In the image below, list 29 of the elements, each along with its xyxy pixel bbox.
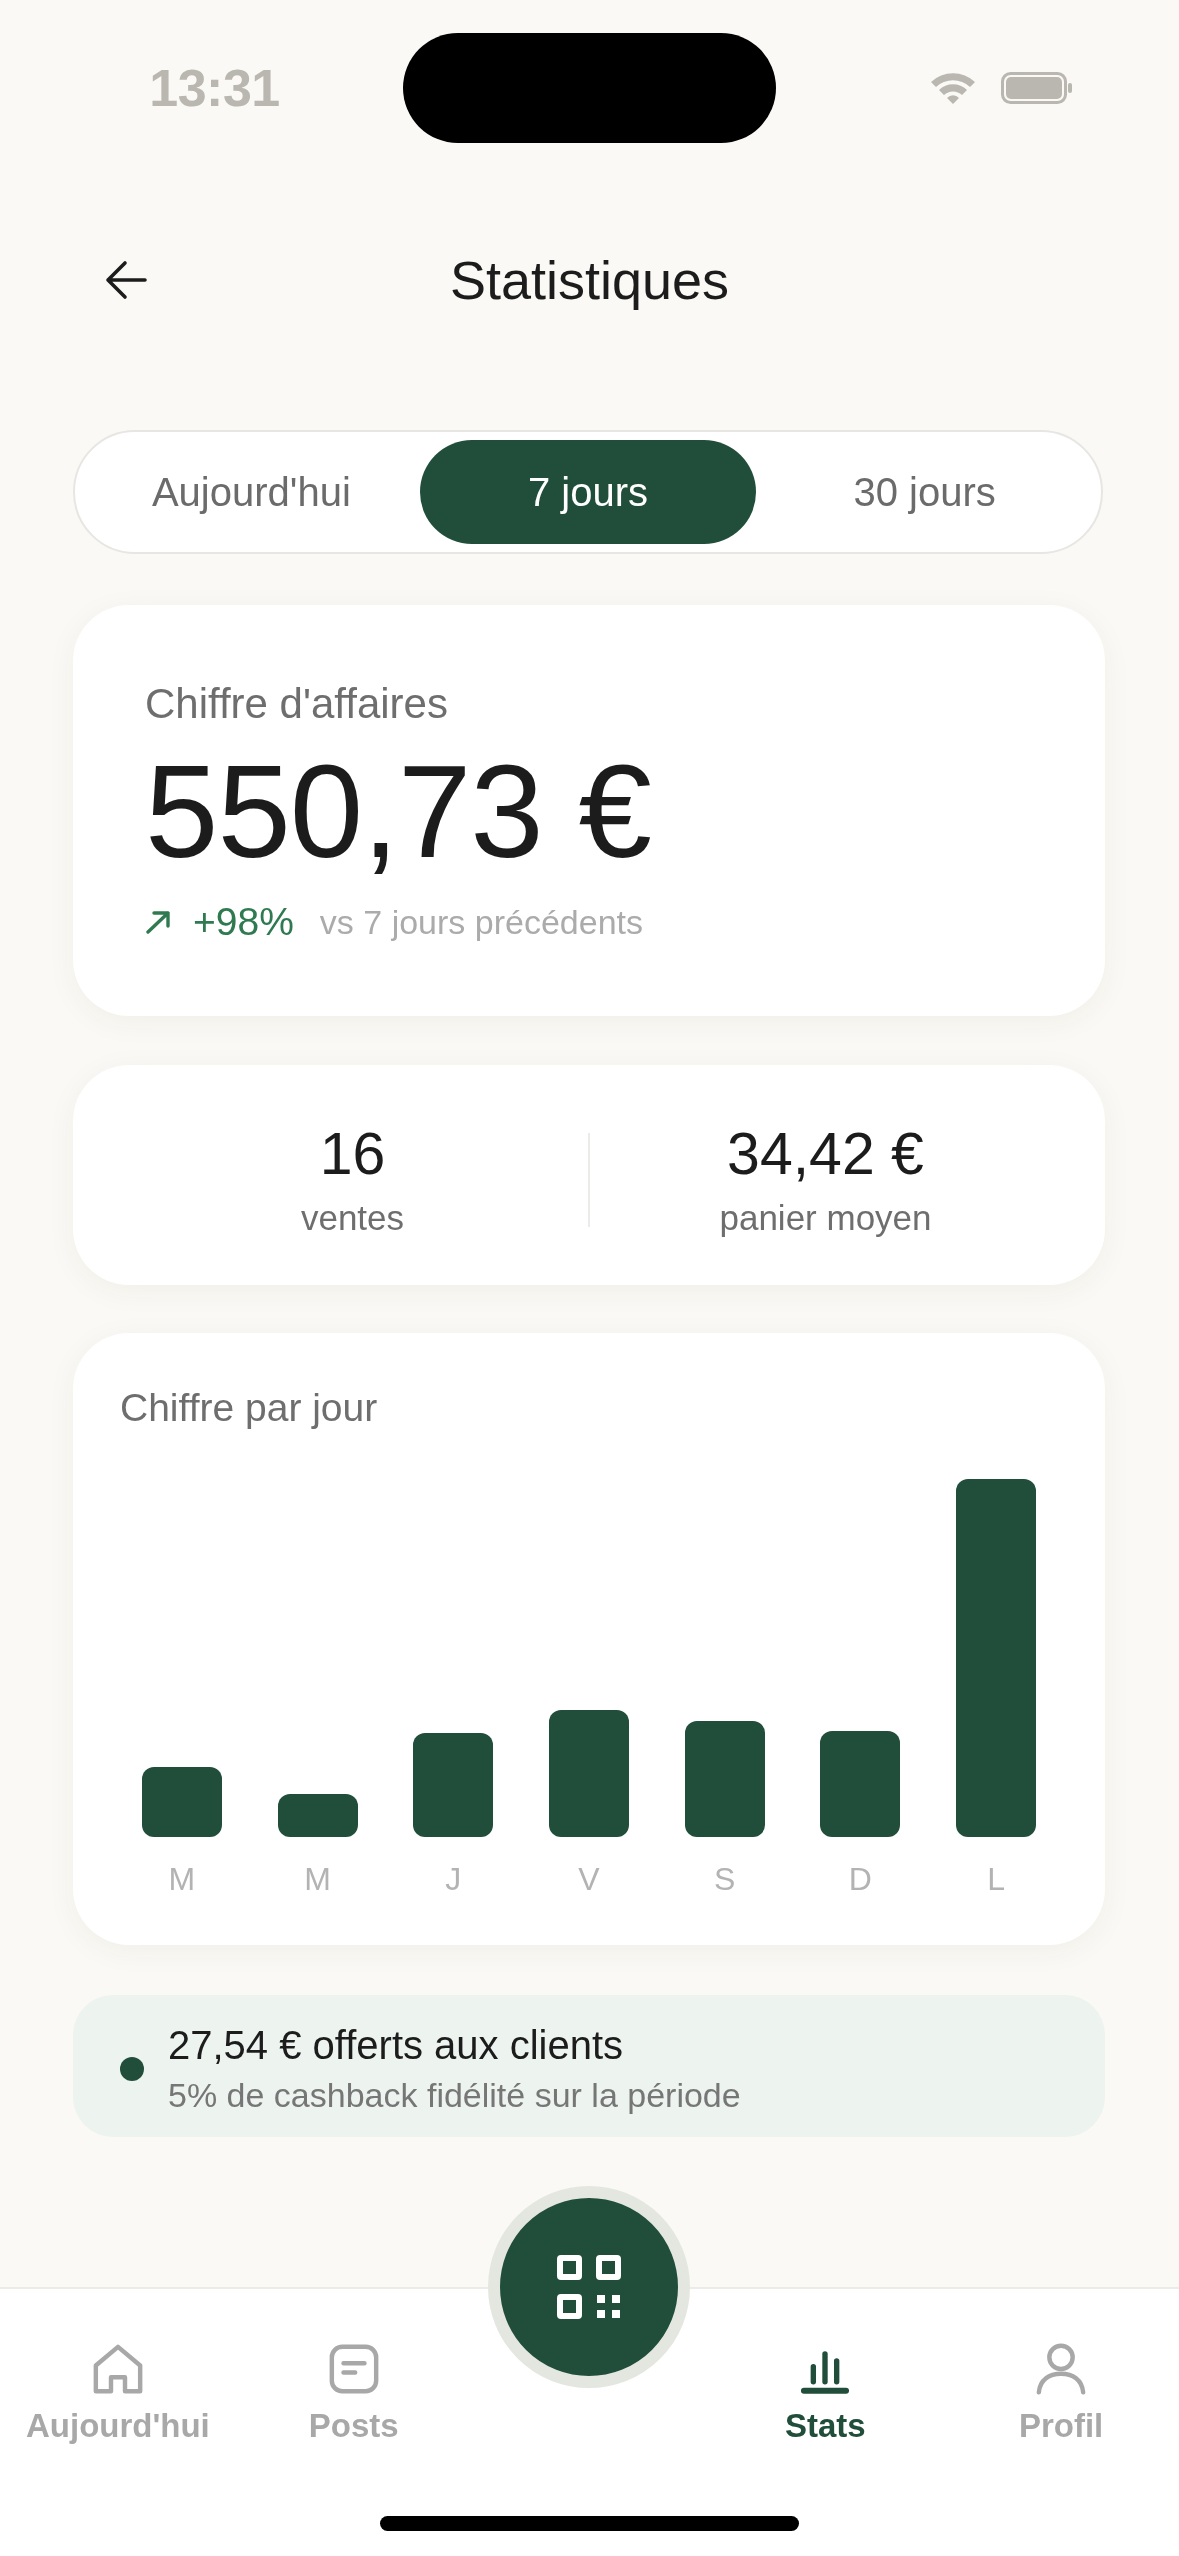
battery-icon xyxy=(1000,72,1073,104)
comparison-text: vs 7 jours précédents xyxy=(319,902,643,943)
stat-label: panier moyen xyxy=(719,1197,932,1239)
stat-value: 34,42 € xyxy=(727,1121,924,1187)
day-label: M xyxy=(168,1860,196,1898)
revenue-label: Chiffre d'affaires xyxy=(145,681,448,727)
status-time: 13:31 xyxy=(149,58,280,118)
day-label: V xyxy=(578,1860,600,1898)
period-tab[interactable]: 7 jours xyxy=(419,440,757,544)
page-title: Statistiques xyxy=(449,249,730,312)
cashback-subtitle: 5% de cashback fidélité sur la période xyxy=(168,2075,741,2115)
back-arrow-icon xyxy=(105,260,147,300)
trend-up-icon xyxy=(145,910,172,934)
period-tab[interactable]: Aujourd'hui xyxy=(83,440,420,544)
revenue-amount: 550,73 € xyxy=(145,746,651,878)
day-label: M xyxy=(304,1860,331,1898)
change-percent: +98% xyxy=(193,899,294,945)
chart-title: Chiffre par jour xyxy=(120,1385,378,1431)
bullet-dot-icon xyxy=(120,2056,144,2081)
stat-label: ventes xyxy=(300,1197,405,1239)
cashback-title: 27,54 € offerts aux clients xyxy=(168,2022,624,2068)
day-label: D xyxy=(848,1860,872,1898)
day-label: S xyxy=(714,1860,736,1898)
period-tab[interactable]: 30 jours xyxy=(756,440,1093,544)
nav-tab[interactable]: Stats xyxy=(784,2341,866,2447)
stat-value: 16 xyxy=(319,1121,386,1187)
day-label: J xyxy=(445,1860,462,1898)
qr-code-icon xyxy=(557,2255,621,2319)
day-label: L xyxy=(987,1860,1006,1898)
